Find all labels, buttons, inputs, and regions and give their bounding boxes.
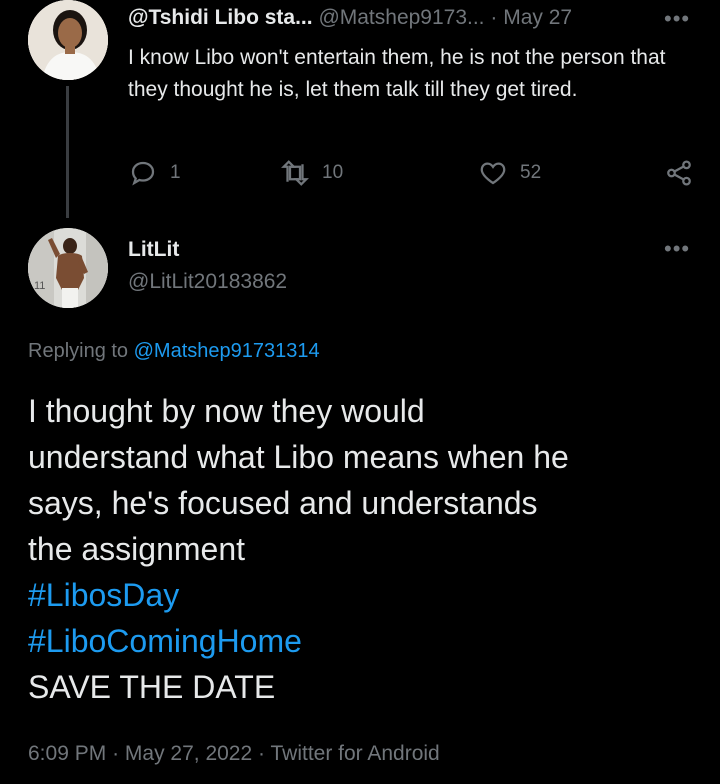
reply-icon bbox=[131, 161, 155, 186]
parent-separator: · bbox=[490, 6, 498, 29]
reply-count: 1 bbox=[170, 162, 181, 183]
parent-display-name[interactable]: @Tshidi Libo sta... bbox=[128, 6, 313, 29]
reply-tweet-text: I thought by now they would understand w… bbox=[28, 388, 708, 710]
hashtag-link[interactable]: #LibosDay bbox=[28, 572, 708, 618]
tweet-client[interactable]: Twitter for Android bbox=[270, 742, 439, 765]
tweet-date[interactable]: May 27, 2022 bbox=[125, 742, 252, 765]
retweet-button[interactable]: 10 bbox=[280, 158, 343, 188]
meta-separator: · bbox=[258, 742, 266, 765]
tweet-actions: 1 10 52 bbox=[128, 158, 698, 194]
hashtag-link[interactable]: #LiboComingHome bbox=[28, 618, 708, 664]
replying-to: Replying to @Matshep91731314 bbox=[28, 340, 320, 363]
heart-icon bbox=[480, 162, 506, 185]
share-button[interactable] bbox=[664, 158, 694, 188]
parent-tweet-text: I know Libo won't entertain them, he is … bbox=[128, 46, 666, 101]
parent-header: @Tshidi Libo sta... @Matshep9173... · Ma… bbox=[128, 6, 572, 30]
reply-display-name[interactable]: LitLit bbox=[128, 238, 179, 262]
parent-avatar-image bbox=[28, 0, 108, 80]
like-button[interactable]: 52 bbox=[478, 158, 541, 188]
meta-separator: · bbox=[112, 742, 120, 765]
avatar-corner-text: 11 bbox=[34, 280, 46, 292]
replying-prefix: Replying to bbox=[28, 340, 129, 362]
replying-handle-link[interactable]: @Matshep91731314 bbox=[134, 340, 320, 362]
body-line: I thought by now they would bbox=[28, 393, 425, 429]
reply-button[interactable]: 1 bbox=[128, 158, 181, 188]
body-closing: SAVE THE DATE bbox=[28, 669, 276, 705]
retweet-icon bbox=[281, 160, 309, 186]
reply-handle[interactable]: @LitLit20183862 bbox=[128, 270, 287, 294]
tweet-meta: 6:09 PM · May 27, 2022 · Twitter for And… bbox=[28, 742, 440, 766]
more-horizontal-icon[interactable]: ••• bbox=[664, 236, 690, 262]
more-horizontal-icon[interactable]: ••• bbox=[664, 6, 690, 32]
share-icon bbox=[667, 160, 691, 186]
parent-avatar[interactable] bbox=[28, 0, 108, 80]
like-count: 52 bbox=[520, 162, 542, 183]
retweet-count: 10 bbox=[322, 162, 344, 183]
reply-avatar[interactable]: 11 bbox=[28, 228, 108, 308]
tweet-time[interactable]: 6:09 PM bbox=[28, 742, 106, 765]
body-line: says, he's focused and understands bbox=[28, 485, 538, 521]
thread-line bbox=[66, 86, 69, 218]
body-line: the assignment bbox=[28, 531, 246, 567]
parent-date[interactable]: May 27 bbox=[503, 6, 572, 29]
body-line: understand what Libo means when he bbox=[28, 439, 569, 475]
reply-avatar-image bbox=[28, 228, 108, 308]
parent-handle[interactable]: @Matshep9173... bbox=[318, 6, 484, 29]
